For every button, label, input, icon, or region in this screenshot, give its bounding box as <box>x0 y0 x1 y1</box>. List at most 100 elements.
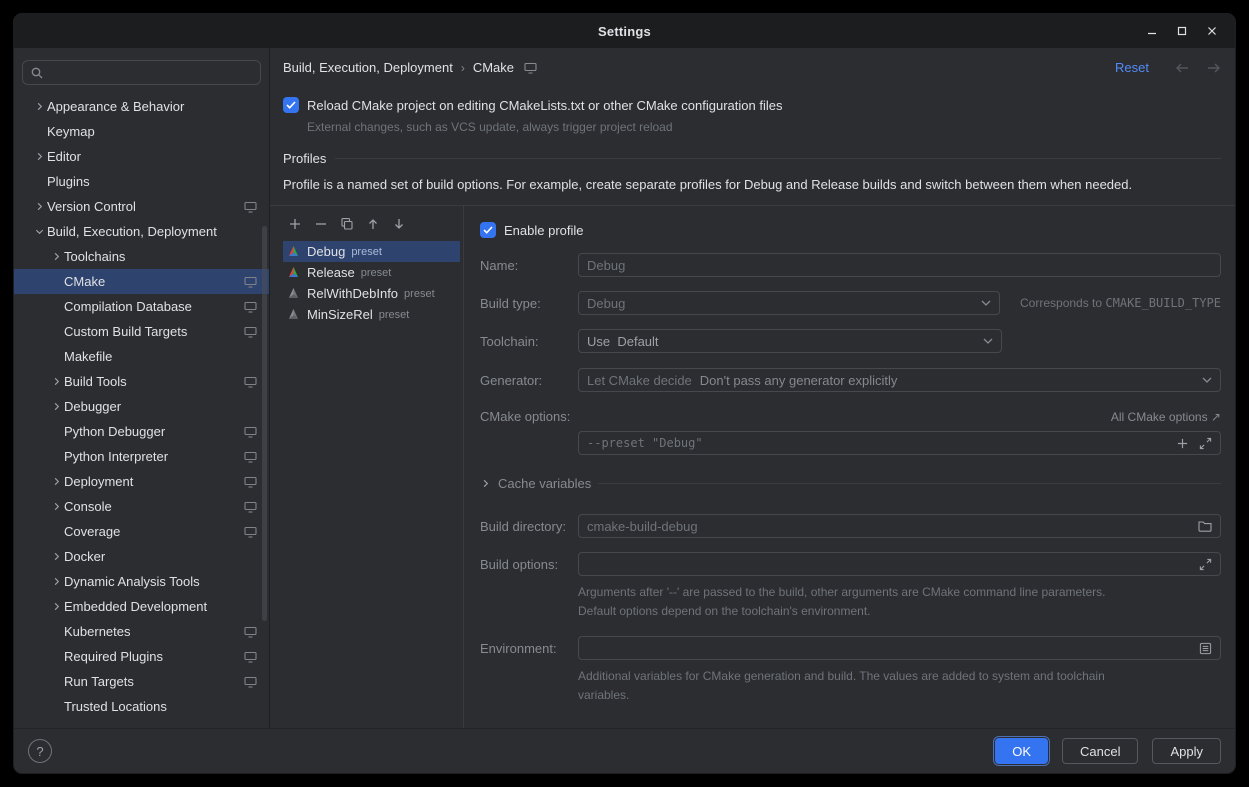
remove-profile-button[interactable] <box>313 216 329 232</box>
add-option-icon[interactable] <box>1176 437 1189 450</box>
build-options-field[interactable] <box>578 552 1221 576</box>
chevron-icon[interactable] <box>48 551 64 562</box>
expand-field-icon[interactable] <box>1199 437 1212 450</box>
sidebar-item-label: Build, Execution, Deployment <box>47 224 244 239</box>
chevron-icon[interactable] <box>31 151 47 162</box>
settings-tree: Appearance & Behavior Keymap Editor Plug… <box>14 91 269 728</box>
sidebar-item-trusted-locations[interactable]: Trusted Locations <box>14 694 269 719</box>
sidebar-item-compilation-database[interactable]: Compilation Database <box>14 294 269 319</box>
name-field[interactable]: Debug <box>578 253 1221 277</box>
chevron-right-icon[interactable] <box>480 478 491 489</box>
chevron-icon[interactable] <box>31 226 47 237</box>
chevron-down-icon <box>981 300 991 306</box>
chevron-icon[interactable] <box>48 251 64 262</box>
move-down-button[interactable] <box>391 216 407 232</box>
sidebar-item-coverage[interactable]: Coverage <box>14 519 269 544</box>
forward-arrow-icon[interactable] <box>1206 62 1221 74</box>
sidebar-item-label: Embedded Development <box>64 599 244 614</box>
build-type-hint: Corresponds to CMAKE_BUILD_TYPE <box>1020 296 1221 310</box>
chevron-icon[interactable] <box>48 501 64 512</box>
monitor-icon <box>244 201 257 213</box>
copy-profile-button[interactable] <box>339 216 355 232</box>
sidebar-item-build-tools[interactable]: Build Tools <box>14 369 269 394</box>
monitor-icon <box>244 501 257 513</box>
sidebar-item-run-targets[interactable]: Run Targets <box>14 669 269 694</box>
ok-button[interactable]: OK <box>995 738 1048 764</box>
profile-item-relwithdebinfo[interactable]: RelWithDebInfo preset <box>283 283 460 304</box>
breadcrumb: Build, Execution, Deployment › CMake <box>283 60 537 75</box>
sidebar-item-cmake[interactable]: CMake <box>14 269 269 294</box>
cancel-button[interactable]: Cancel <box>1062 738 1138 764</box>
settings-search[interactable] <box>22 60 261 85</box>
chevron-icon[interactable] <box>31 101 47 112</box>
sidebar-item-deployment[interactable]: Deployment <box>14 469 269 494</box>
chevron-icon[interactable] <box>48 576 64 587</box>
sidebar-item-keymap[interactable]: Keymap <box>14 119 269 144</box>
sidebar-item-docker[interactable]: Docker <box>14 544 269 569</box>
environment-field[interactable] <box>578 636 1221 660</box>
sidebar-item-label: Plugins <box>47 174 244 189</box>
cache-variables-toggle[interactable]: Cache variables <box>498 476 591 491</box>
all-cmake-options-link[interactable]: All CMake options ↗ <box>1111 410 1221 424</box>
build-type-select[interactable]: Debug <box>578 291 1000 315</box>
chevron-icon[interactable] <box>48 401 64 412</box>
sidebar-item-label: Compilation Database <box>64 299 244 314</box>
enable-profile-checkbox[interactable] <box>480 222 496 238</box>
profile-item-minsizerel[interactable]: MinSizeRel preset <box>283 304 460 325</box>
sidebar-item-python-debugger[interactable]: Python Debugger <box>14 419 269 444</box>
sidebar-item-kubernetes[interactable]: Kubernetes <box>14 619 269 644</box>
monitor-icon <box>244 301 257 313</box>
back-arrow-icon[interactable] <box>1175 62 1190 74</box>
profiles-description: Profile is a named set of build options.… <box>283 177 1221 192</box>
expand-field-icon[interactable] <box>1199 558 1212 571</box>
sidebar-item-embedded-development[interactable]: Embedded Development <box>14 594 269 619</box>
sidebar-item-label: Editor <box>47 149 244 164</box>
variables-list-icon[interactable] <box>1199 642 1212 655</box>
reload-hint: External changes, such as VCS update, al… <box>307 120 1221 134</box>
cmake-options-value: --preset "Debug" <box>587 436 703 450</box>
sidebar-item-toolchains[interactable]: Toolchains <box>14 244 269 269</box>
sidebar-item-appearance-behavior[interactable]: Appearance & Behavior <box>14 94 269 119</box>
sidebar-item-version-control[interactable]: Version Control <box>14 194 269 219</box>
search-input[interactable] <box>49 65 253 80</box>
minimize-button[interactable] <box>1137 18 1167 44</box>
sidebar-item-python-interpreter[interactable]: Python Interpreter <box>14 444 269 469</box>
move-up-button[interactable] <box>365 216 381 232</box>
sidebar-item-required-plugins[interactable]: Required Plugins <box>14 644 269 669</box>
chevron-icon[interactable] <box>48 376 64 387</box>
chevron-icon[interactable] <box>48 476 64 487</box>
sidebar-item-editor[interactable]: Editor <box>14 144 269 169</box>
build-directory-field[interactable]: cmake-build-debug <box>578 514 1221 538</box>
sidebar-item-plugins[interactable]: Plugins <box>14 169 269 194</box>
close-button[interactable] <box>1197 18 1227 44</box>
profile-preset-badge: preset <box>404 288 435 300</box>
reload-cmake-checkbox[interactable] <box>283 97 299 113</box>
apply-button[interactable]: Apply <box>1152 738 1221 764</box>
sidebar-scrollbar[interactable] <box>262 226 267 621</box>
sidebar-item-debugger[interactable]: Debugger <box>14 394 269 419</box>
sidebar-item-label: Deployment <box>64 474 244 489</box>
sidebar-item-build-execution-deployment[interactable]: Build, Execution, Deployment <box>14 219 269 244</box>
titlebar: Settings <box>14 14 1235 48</box>
reset-link[interactable]: Reset <box>1115 60 1149 75</box>
sidebar-item-dynamic-analysis-tools[interactable]: Dynamic Analysis Tools <box>14 569 269 594</box>
generator-select[interactable]: Let CMake decide Don't pass any generato… <box>578 368 1221 392</box>
sidebar-item-custom-build-targets[interactable]: Custom Build Targets <box>14 319 269 344</box>
cmake-options-field[interactable]: --preset "Debug" <box>578 431 1221 455</box>
profile-preset-badge: preset <box>351 246 382 258</box>
chevron-icon[interactable] <box>48 601 64 612</box>
toolchain-select[interactable]: Use Default <box>578 329 1002 353</box>
add-profile-button[interactable] <box>287 216 303 232</box>
maximize-button[interactable] <box>1167 18 1197 44</box>
sidebar-item-console[interactable]: Console <box>14 494 269 519</box>
sidebar-item-makefile[interactable]: Makefile <box>14 344 269 369</box>
breadcrumb-parent[interactable]: Build, Execution, Deployment <box>283 60 453 75</box>
profiles-section-title: Profiles <box>283 151 326 166</box>
profile-item-release[interactable]: Release preset <box>283 262 460 283</box>
folder-icon[interactable] <box>1198 520 1212 532</box>
profile-item-debug[interactable]: Debug preset <box>283 241 460 262</box>
chevron-down-icon <box>983 338 993 344</box>
chevron-icon[interactable] <box>31 201 47 212</box>
sidebar-item-label: CMake <box>64 274 244 289</box>
help-button[interactable]: ? <box>28 739 52 763</box>
